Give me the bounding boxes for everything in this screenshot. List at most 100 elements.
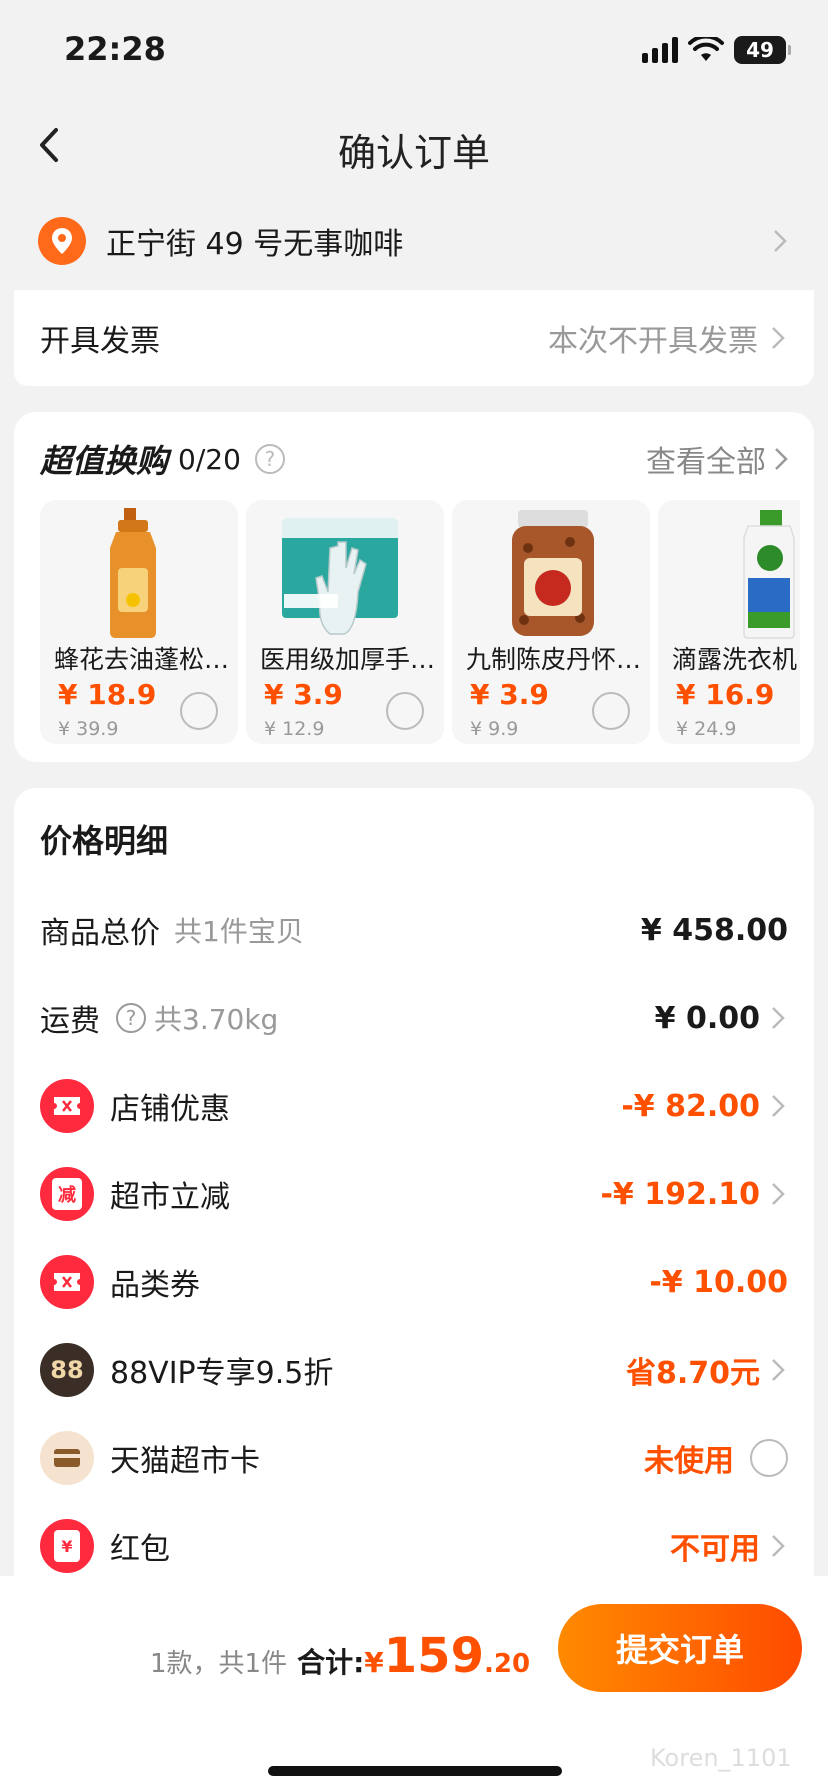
price-row-shipping[interactable]: 运费 ? 共3.70kg ¥ 0.00 [40, 988, 788, 1048]
price-row-supermarket-reduction[interactable]: 减 超市立减 -¥ 192.10 [40, 1164, 788, 1224]
product-original-price: ¥ 9.9 [470, 718, 519, 740]
price-row-category-coupon: 品类券 -¥ 10.00 [40, 1252, 788, 1312]
price-row-red-packet[interactable]: ¥ 红包 不可用 [40, 1516, 788, 1576]
select-radio[interactable] [180, 692, 218, 730]
item-count: 1款，共1件 [150, 1649, 288, 1679]
select-radio[interactable] [592, 692, 630, 730]
row-label: 品类券 [110, 1268, 200, 1303]
product-name: 滴露洗衣机 [672, 645, 798, 674]
help-icon[interactable]: ? [254, 444, 285, 474]
row-label: 商品总价 [40, 916, 160, 951]
candy-jar-image [512, 510, 594, 636]
row-value: ¥ 458.00 [640, 912, 788, 948]
product-original-price: ¥ 24.9 [676, 718, 737, 740]
chevron-right-icon [768, 1180, 788, 1208]
select-radio[interactable] [386, 692, 424, 730]
product-price: ¥ 3.9 [470, 678, 549, 711]
chevron-right-icon [768, 324, 788, 352]
product-card[interactable]: 医用级加厚手… ¥ 3.9 ¥ 12.9 [246, 500, 444, 744]
product-name: 蜂花去油蓬松… [54, 645, 230, 674]
exchange-title: 超值换购 [40, 442, 169, 480]
product-original-price: ¥ 39.9 [58, 718, 119, 740]
card-icon [40, 1431, 94, 1485]
invoice-value: 本次不开具发票 [548, 324, 758, 359]
total-decimals: .20 [483, 1649, 531, 1679]
exchange-count: 0/20 [178, 442, 241, 476]
product-price: ¥ 16.9 [676, 678, 775, 711]
product-price: ¥ 18.9 [58, 678, 157, 711]
row-value: 省8.70元 [625, 1356, 760, 1391]
row-value: 未使用 [644, 1444, 734, 1479]
submit-order-button[interactable]: 提交订单 [558, 1604, 802, 1692]
chevron-right-icon [768, 1532, 788, 1560]
ticket-icon [40, 1079, 94, 1133]
price-detail-title: 价格明细 [40, 822, 169, 860]
order-summary: 1款，共1件 合计: ¥ 159 .20 [150, 1628, 530, 1684]
vip-icon: 88 [40, 1343, 94, 1397]
price-row-tmall-card[interactable]: 天猫超市卡 未使用 [40, 1428, 788, 1488]
nav-bar: 确认订单 [0, 100, 828, 192]
red-packet-glyph: ¥ [54, 1530, 80, 1562]
view-all-label: 查看全部 [646, 445, 766, 480]
status-bar: 22:28 49 [0, 0, 828, 100]
row-value: -¥ 10.00 [649, 1264, 788, 1300]
ticket-icon [40, 1255, 94, 1309]
battery-icon: 49 [734, 36, 791, 64]
price-row-goods-total: 商品总价 共1件宝贝 ¥ 458.00 [40, 900, 788, 960]
total-amount: 159 [383, 1628, 484, 1684]
address-text: 正宁街 49 号无事咖啡 [106, 227, 404, 262]
row-sub: 共3.70kg [154, 1003, 279, 1036]
wifi-icon [688, 37, 724, 61]
status-time: 22:28 [64, 30, 166, 68]
chevron-right-icon [768, 1004, 788, 1032]
location-icon [38, 217, 86, 265]
exchange-card: 超值换购 0/20 ? 查看全部 蜂花去油蓬松… ¥ 18.9 ¥ 39.9 医… [14, 412, 814, 762]
watermark: Koren_1101 [650, 1744, 792, 1772]
reduce-icon-glyph: 减 [52, 1178, 82, 1210]
exchange-header: 超值换购 0/20 ? 查看全部 [40, 434, 788, 484]
row-value: -¥ 192.10 [600, 1176, 760, 1212]
reduce-icon: 减 [40, 1167, 94, 1221]
row-label: 88VIP专享9.5折 [110, 1356, 334, 1391]
page-title: 确认订单 [337, 131, 490, 175]
product-card[interactable]: 蜂花去油蓬松… ¥ 18.9 ¥ 39.9 [40, 500, 238, 744]
product-card[interactable]: 滴露洗衣机 ¥ 16.9 ¥ 24.9 [658, 500, 800, 744]
product-name: 九制陈皮丹怀… [466, 645, 642, 674]
status-icons: 49 [642, 36, 791, 64]
invoice-label: 开具发票 [40, 324, 160, 359]
view-all-link[interactable]: 查看全部 [646, 437, 788, 481]
total-label: 合计: [297, 1646, 365, 1679]
row-label: 店铺优惠 [110, 1092, 230, 1127]
row-sub: 共1件宝贝 [174, 915, 304, 948]
product-original-price: ¥ 12.9 [264, 718, 325, 740]
chevron-right-icon [775, 448, 788, 470]
chevron-right-icon [768, 1092, 788, 1120]
home-indicator[interactable] [268, 1766, 562, 1776]
shampoo-bottle-image [110, 508, 156, 638]
row-label: 运费 [40, 1004, 100, 1039]
product-price: ¥ 3.9 [264, 678, 343, 711]
row-label: 超市立减 [110, 1180, 230, 1215]
row-value: ¥ 0.00 [654, 1000, 760, 1036]
invoice-row[interactable]: 开具发票 本次不开具发票 [14, 290, 814, 386]
disinfectant-bottle-image [743, 510, 795, 639]
checkout-bar: 1款，共1件 合计: ¥ 159 .20 提交订单 Koren_1101 [0, 1576, 828, 1792]
row-label: 天猫超市卡 [110, 1444, 260, 1479]
price-row-store-discount[interactable]: 店铺优惠 -¥ 82.00 [40, 1076, 788, 1136]
row-value: 不可用 [670, 1532, 760, 1567]
price-row-88vip[interactable]: 88 88VIP专享9.5折 省8.70元 [40, 1340, 788, 1400]
signal-icon [642, 37, 678, 63]
chevron-right-icon [770, 227, 790, 255]
row-value: -¥ 82.00 [621, 1088, 760, 1124]
total-currency: ¥ [364, 1646, 384, 1679]
glove-box-image [282, 518, 398, 635]
help-icon[interactable]: ? [116, 1003, 146, 1033]
product-name: 医用级加厚手… [260, 645, 436, 674]
address-row[interactable]: 正宁街 49 号无事咖啡 [14, 194, 814, 288]
row-label: 红包 [110, 1532, 170, 1567]
tmall-card-radio[interactable] [750, 1439, 788, 1477]
chevron-right-icon [768, 1356, 788, 1384]
product-list: 蜂花去油蓬松… ¥ 18.9 ¥ 39.9 医用级加厚手… ¥ 3.9 ¥ 12… [40, 500, 800, 744]
product-card[interactable]: 九制陈皮丹怀… ¥ 3.9 ¥ 9.9 [452, 500, 650, 744]
red-packet-icon: ¥ [40, 1519, 94, 1573]
